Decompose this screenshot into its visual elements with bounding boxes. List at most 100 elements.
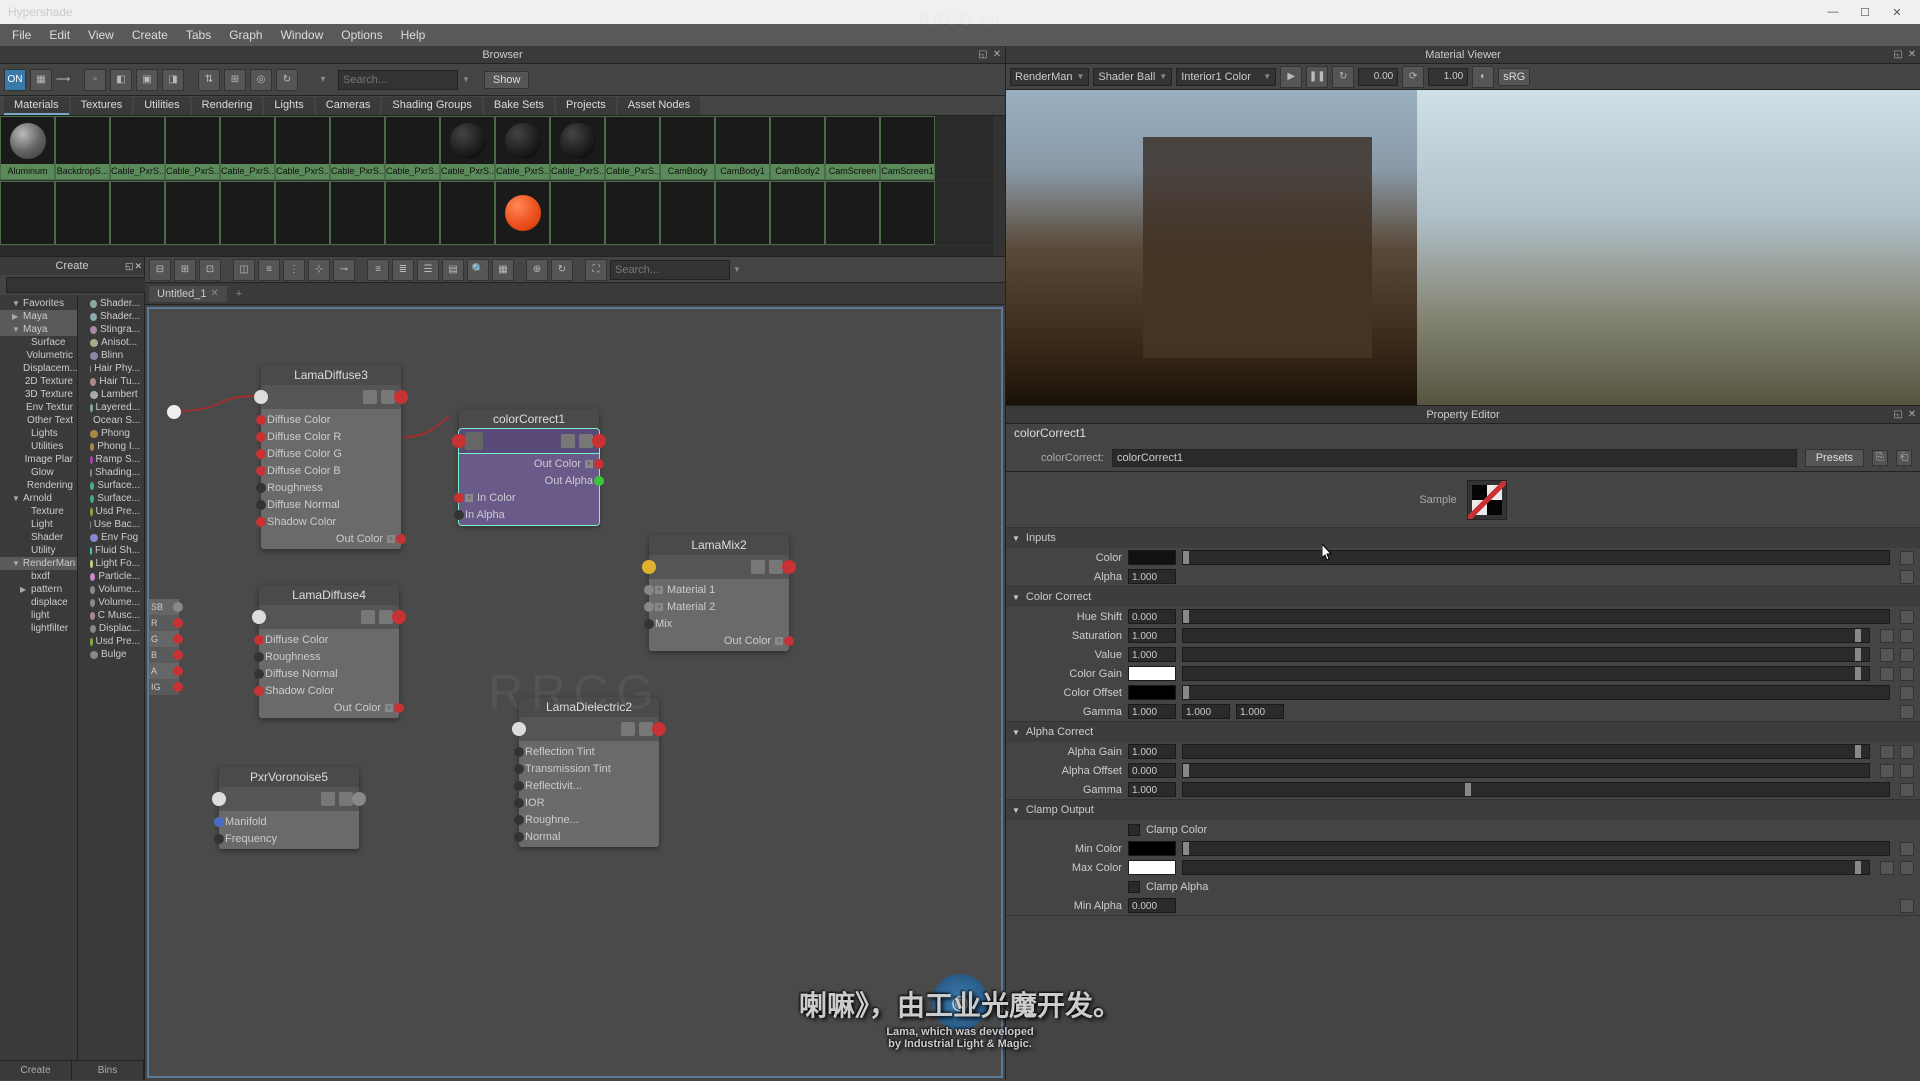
environment-select[interactable]: Interior1 Color▼: [1176, 68, 1276, 86]
material-swatch[interactable]: [770, 181, 825, 245]
material-swatch[interactable]: [495, 181, 550, 245]
browser-tab[interactable]: Bake Sets: [484, 97, 554, 115]
material-swatch[interactable]: BackdropS...: [55, 116, 110, 180]
map-icon[interactable]: [1900, 764, 1914, 778]
color-swatch[interactable]: [1128, 550, 1176, 565]
graph-tab-add[interactable]: +: [231, 286, 247, 302]
map-icon[interactable]: [1900, 610, 1914, 624]
mincolor-slider[interactable]: [1182, 841, 1890, 856]
renderer-select[interactable]: RenderMan▼: [1010, 68, 1089, 86]
map-icon[interactable]: [1900, 705, 1914, 719]
node-attr[interactable]: Diffuse Color R: [261, 428, 401, 445]
node-head-in-port[interactable]: [512, 722, 526, 736]
node-header[interactable]: [519, 717, 659, 741]
offset-swatch[interactable]: [1128, 685, 1176, 700]
material-swatch[interactable]: CamScreen: [825, 116, 880, 180]
browser-tab[interactable]: Projects: [556, 97, 616, 115]
node-attr-outcolor[interactable]: Out Color▫: [459, 455, 599, 472]
node-attr[interactable]: Diffuse Color: [259, 631, 399, 648]
pe-paste-icon[interactable]: ⎗: [1896, 450, 1912, 466]
port-in[interactable]: [514, 832, 524, 842]
clampcolor-checkbox[interactable]: [1128, 824, 1140, 836]
material-swatch[interactable]: [440, 181, 495, 245]
menu-edit[interactable]: Edit: [41, 26, 78, 44]
pe-name-input[interactable]: [1112, 449, 1797, 467]
graph-tab-untitled[interactable]: Untitled_1✕: [149, 286, 227, 302]
tree-category[interactable]: Shader: [0, 531, 77, 544]
val-field[interactable]: 1.000: [1128, 647, 1176, 662]
agam-slider[interactable]: [1182, 782, 1890, 797]
tree-category[interactable]: Surface: [0, 336, 77, 349]
gt-15[interactable]: ↻: [551, 259, 573, 281]
tree-node-type[interactable]: Ocean S...: [78, 414, 144, 427]
port-out[interactable]: [173, 682, 183, 692]
tree-node-type[interactable]: Layered...: [78, 401, 144, 414]
node-attr-outalpha[interactable]: Out Alpha: [459, 472, 599, 489]
map-icon[interactable]: [1900, 842, 1914, 856]
port-out[interactable]: [594, 476, 604, 486]
material-swatch[interactable]: CamBody2: [770, 116, 825, 180]
tree-category[interactable]: 2D Texture: [0, 375, 77, 388]
clampalpha-checkbox[interactable]: [1128, 881, 1140, 893]
node-menu-icon[interactable]: [769, 560, 783, 574]
maxcolor-slider[interactable]: [1182, 860, 1870, 875]
material-swatch[interactable]: Cable_PxrS...: [275, 116, 330, 180]
tree-node-type[interactable]: Particle...: [78, 570, 144, 583]
menu-graph[interactable]: Graph: [221, 26, 270, 44]
tree-node-type[interactable]: Bulge: [78, 648, 144, 661]
tree-category[interactable]: displace: [0, 596, 77, 609]
reset-icon[interactable]: [1880, 764, 1894, 778]
port-out[interactable]: [173, 634, 183, 644]
tree-category[interactable]: ▶pattern: [0, 583, 77, 596]
port-out[interactable]: [784, 636, 794, 646]
port-in[interactable]: [256, 466, 266, 476]
panel-close-icon[interactable]: ✕: [1906, 49, 1918, 61]
geometry-select[interactable]: Shader Ball▼: [1093, 68, 1172, 86]
section-header[interactable]: ▼Color Correct: [1006, 587, 1920, 607]
material-swatch[interactable]: CamBody: [660, 116, 715, 180]
node-head-in-port[interactable]: [642, 560, 656, 574]
tree-category[interactable]: ▼Maya: [0, 323, 77, 336]
swatch-scrollbar[interactable]: [993, 116, 1005, 256]
port-in[interactable]: [214, 834, 224, 844]
material-swatch[interactable]: [330, 181, 385, 245]
browser-tab[interactable]: Cameras: [316, 97, 381, 115]
tree-node-type[interactable]: Phong: [78, 427, 144, 440]
gt-9[interactable]: ≡: [367, 259, 389, 281]
toolbar-btn-8[interactable]: ↻: [276, 69, 298, 91]
gt-6[interactable]: ⋮: [283, 259, 305, 281]
tree-category[interactable]: bxdf: [0, 570, 77, 583]
node-attr-mat1[interactable]: ▫Material 1: [649, 581, 789, 598]
node-attr-mix[interactable]: Mix: [649, 615, 789, 632]
port-in[interactable]: [256, 483, 266, 493]
tree-category[interactable]: Lights: [0, 427, 77, 440]
map-icon[interactable]: [1900, 745, 1914, 759]
browser-tab[interactable]: Textures: [71, 97, 133, 115]
node-lamadiffuse4[interactable]: LamaDiffuse4 Diffuse ColorRoughnessDiffu…: [259, 585, 399, 718]
tiny-node-row[interactable]: A: [149, 663, 179, 679]
maxcolor-swatch[interactable]: [1128, 860, 1176, 875]
browser-tab[interactable]: Utilities: [134, 97, 189, 115]
node-attr[interactable]: Roughness: [259, 648, 399, 665]
node-attr[interactable]: Roughness: [261, 479, 401, 496]
hue-slider[interactable]: [1182, 609, 1890, 624]
viewer-play-icon[interactable]: ▶: [1280, 66, 1302, 88]
sat-slider[interactable]: [1182, 628, 1870, 643]
node-solo-icon[interactable]: [561, 434, 575, 448]
material-swatch[interactable]: Cable_PxrS...: [440, 116, 495, 180]
browser-tab[interactable]: Rendering: [192, 97, 263, 115]
tree-category[interactable]: Rendering: [0, 479, 77, 492]
tree-node-type[interactable]: Shading...: [78, 466, 144, 479]
gt-zoom-icon[interactable]: 🔍: [467, 259, 489, 281]
tree-category[interactable]: Volumetric: [0, 349, 77, 362]
tree-category[interactable]: Glow: [0, 466, 77, 479]
tree-node-type[interactable]: Fluid Sh...: [78, 544, 144, 557]
node-menu-icon[interactable]: [379, 610, 393, 624]
panel-close-icon[interactable]: ✕: [991, 49, 1003, 61]
port-in[interactable]: [256, 432, 266, 442]
port-in[interactable]: [254, 652, 264, 662]
browser-tab[interactable]: Asset Nodes: [618, 97, 700, 115]
port-in[interactable]: [514, 781, 524, 791]
toolbar-btn-4[interactable]: ◨: [162, 69, 184, 91]
material-swatch[interactable]: Cable_PxrS...: [495, 116, 550, 180]
